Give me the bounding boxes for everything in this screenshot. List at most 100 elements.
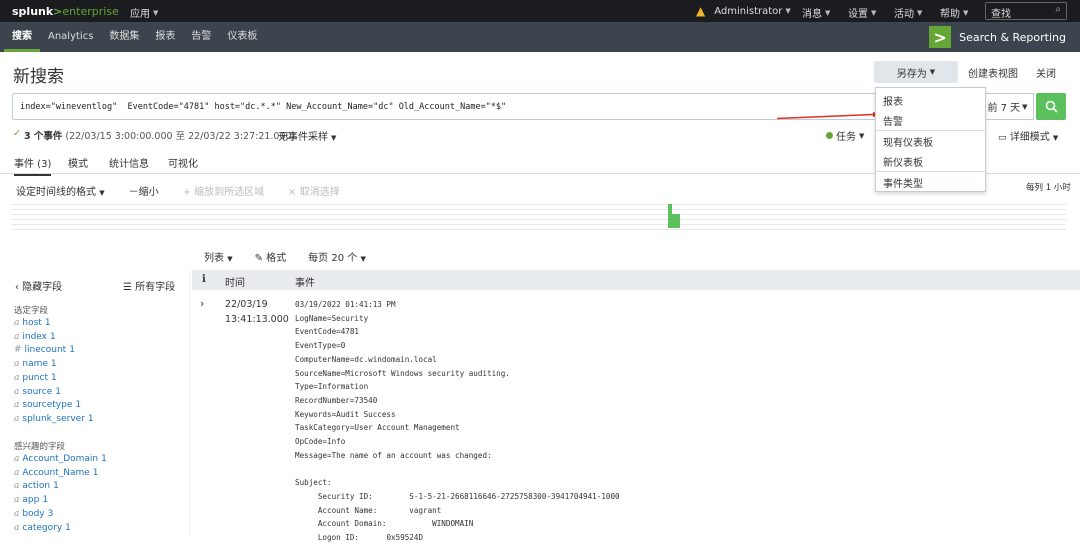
per-page-menu[interactable]: 每页 20 个 ▼ bbox=[308, 249, 366, 264]
find-input[interactable]: 查找 ⌕ bbox=[985, 2, 1067, 20]
save-as-button[interactable]: 另存为 ▼ bbox=[874, 61, 958, 83]
search-query-input[interactable]: index="wineventlog" EventCode="4781" hos… bbox=[12, 93, 880, 120]
field-index[interactable]: a index 1 bbox=[14, 332, 56, 342]
save-as-new-dashboard[interactable]: 新仪表板 bbox=[883, 154, 923, 169]
nav-analytics[interactable]: Analytics bbox=[40, 22, 101, 52]
field-name: source bbox=[22, 386, 53, 397]
settings-menu[interactable]: 设置 ▼ bbox=[848, 5, 876, 21]
field-name: Account_Domain bbox=[22, 454, 99, 464]
apps-menu[interactable]: 应用 ▼ bbox=[130, 5, 158, 21]
field-count: 1 bbox=[50, 331, 56, 342]
field-name: host bbox=[22, 318, 42, 328]
close-link[interactable]: 关闭 bbox=[1036, 65, 1056, 80]
zoom-selection-button[interactable]: + 缩放到所选区域 bbox=[183, 183, 265, 198]
field-punct[interactable]: a punct 1 bbox=[14, 373, 57, 383]
field-count: 1 bbox=[50, 372, 57, 383]
save-as-existing-dashboard[interactable]: 现有仪表板 bbox=[883, 134, 933, 149]
field-type-icon: a bbox=[14, 495, 20, 506]
field-type-icon: a bbox=[14, 318, 20, 328]
field-source[interactable]: a source 1 bbox=[14, 387, 61, 397]
field-count: 1 bbox=[75, 400, 82, 411]
field-name: linecount bbox=[24, 345, 67, 356]
nav-datasets[interactable]: 数据集 bbox=[101, 22, 147, 52]
mode-icon: ▭ bbox=[998, 133, 1007, 143]
field-count: 1 bbox=[55, 386, 61, 397]
field-type-icon: a bbox=[14, 481, 20, 492]
list-menu[interactable]: 列表 ▼ bbox=[204, 249, 233, 264]
nav-search[interactable]: 搜索 bbox=[4, 22, 40, 52]
field-name: body bbox=[22, 508, 45, 519]
mode-menu[interactable]: ▭ 详细模式 ▼ bbox=[998, 128, 1058, 143]
save-as-alert[interactable]: 告警 bbox=[883, 113, 903, 128]
field-type-icon: a bbox=[14, 372, 20, 383]
info-column-header: i bbox=[202, 274, 206, 285]
help-menu[interactable]: 帮助 ▼ bbox=[940, 5, 968, 21]
event-column-header: 事件 bbox=[295, 278, 315, 289]
save-as-dropdown: 报表 告警 现有仪表板 新仪表板 事件类型 bbox=[875, 87, 986, 192]
timeline-chart[interactable] bbox=[12, 200, 1066, 230]
field-count: 1 bbox=[44, 318, 51, 328]
field-type-icon: a bbox=[14, 400, 20, 411]
timeline-bar[interactable] bbox=[672, 214, 680, 228]
splunk-logo[interactable]: splunk>enterprise bbox=[0, 5, 119, 18]
activity-menu[interactable]: 活动 ▼ bbox=[894, 5, 922, 21]
events-table-header: i 时间 事件 bbox=[192, 270, 1080, 290]
field-account-domain[interactable]: a Account_Domain 1 bbox=[14, 454, 107, 464]
search-button[interactable] bbox=[1036, 93, 1066, 120]
tab-visualization[interactable]: 可视化 bbox=[168, 155, 198, 170]
timeline-format-menu[interactable]: 设定时间线的格式 ▼ bbox=[16, 183, 105, 198]
field-name: sourcetype bbox=[22, 400, 73, 411]
field-action[interactable]: a action 1 bbox=[14, 481, 59, 491]
app-mark-icon: > bbox=[929, 26, 952, 48]
field-type-icon: a bbox=[14, 454, 20, 464]
red-arrow-annotation bbox=[777, 112, 881, 120]
hide-fields-button[interactable]: ‹ 隐藏字段 bbox=[15, 278, 62, 293]
field-count: 1 bbox=[65, 522, 71, 533]
user-menu[interactable]: ▲ Administrator ▼ bbox=[696, 4, 791, 18]
zoom-out-button[interactable]: －缩小 bbox=[129, 183, 159, 198]
sampling-menu[interactable]: 无事件采样 ▼ bbox=[278, 128, 336, 143]
deselect-button[interactable]: × 取消选择 bbox=[288, 183, 340, 198]
save-as-report[interactable]: 报表 bbox=[883, 93, 903, 108]
field-account-name[interactable]: a Account_Name 1 bbox=[14, 468, 99, 478]
tab-events[interactable]: 事件 (3) bbox=[14, 155, 52, 176]
field-category[interactable]: a category 1 bbox=[14, 523, 71, 533]
timeline-toolbar: 设定时间线的格式 ▼ －缩小 + 缩放到所选区域 × 取消选择 bbox=[16, 183, 340, 198]
all-fields-button[interactable]: ☰ 所有字段 bbox=[123, 278, 175, 293]
field-linecount[interactable]: # linecount 1 bbox=[14, 345, 75, 355]
field-name: category bbox=[22, 522, 63, 533]
field-body[interactable]: a body 3 bbox=[14, 509, 53, 519]
event-raw-text: 03/19/2022 01:41:13 PM LogName=Security … bbox=[295, 300, 620, 542]
create-dashboard-link[interactable]: 创建表视图 bbox=[968, 65, 1018, 80]
field-host[interactable]: a host 1 bbox=[14, 318, 51, 328]
field-app[interactable]: a app 1 bbox=[14, 495, 48, 505]
field-count: 1 bbox=[69, 345, 75, 356]
check-icon: ✓ bbox=[13, 128, 21, 139]
tab-patterns[interactable]: 模式 bbox=[68, 155, 88, 170]
time-range-picker[interactable]: 前 7 天 ▼ bbox=[982, 93, 1034, 120]
field-sourcetype[interactable]: a sourcetype 1 bbox=[14, 400, 81, 410]
field-name: app bbox=[22, 495, 40, 506]
app-logo[interactable]: > Search & Reporting bbox=[929, 26, 1066, 48]
field-type-icon: a bbox=[14, 467, 20, 478]
messages-menu[interactable]: 消息 ▼ bbox=[802, 5, 830, 21]
jobs-menu[interactable]: 任务 ▼ bbox=[826, 128, 864, 143]
expand-row-icon[interactable]: › bbox=[200, 297, 204, 310]
time-column-header: 时间 bbox=[225, 278, 245, 289]
field-name[interactable]: a name 1 bbox=[14, 359, 57, 369]
nav-alerts[interactable]: 告警 bbox=[183, 22, 219, 52]
page-title: 新搜索 bbox=[13, 67, 64, 87]
nav-reports[interactable]: 报表 bbox=[147, 22, 183, 52]
fields-sidebar: ‹ 隐藏字段 ☰ 所有字段 选定字段 感兴趣的字段 a host 1 a index 1 #… bbox=[0, 270, 190, 536]
format-menu[interactable]: ✎ 格式 bbox=[255, 249, 287, 264]
nav-dashboards[interactable]: 仪表板 bbox=[219, 22, 265, 52]
save-as-event-type[interactable]: 事件类型 bbox=[883, 175, 923, 190]
field-count: 1 bbox=[50, 359, 57, 370]
field-splunk-server[interactable]: a splunk_server 1 bbox=[14, 414, 94, 424]
time-range-text: (22/03/15 3:00:00.000 至 22/03/22 3:27:21… bbox=[65, 131, 296, 142]
search-icon bbox=[1045, 100, 1058, 113]
tab-statistics[interactable]: 统计信息 bbox=[109, 155, 149, 170]
field-type-icon: # bbox=[14, 345, 22, 356]
field-name: index bbox=[22, 331, 47, 342]
field-type-icon: a bbox=[14, 359, 20, 370]
